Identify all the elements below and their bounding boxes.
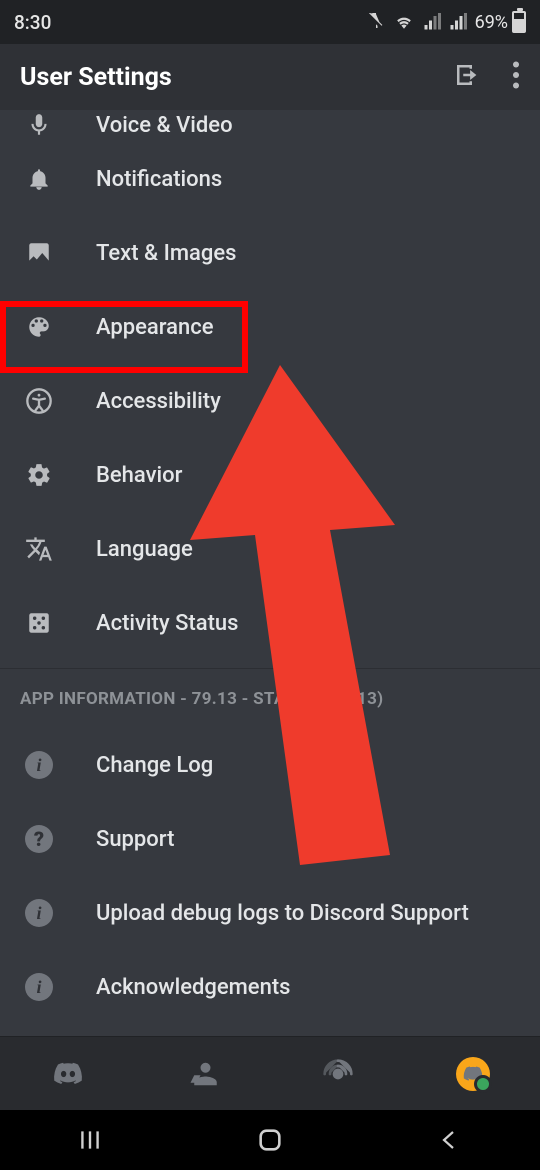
palette-icon — [24, 314, 54, 340]
settings-row-label: Change Log — [96, 753, 213, 778]
mute-icon — [367, 13, 385, 31]
section-header-app-info: APP INFORMATION - 79.13 - STABLE (79013) — [0, 668, 540, 728]
settings-row-label: Appearance — [96, 315, 214, 340]
nav-back[interactable] — [410, 1120, 490, 1160]
help-icon: ? — [24, 825, 54, 853]
image-icon — [24, 240, 54, 266]
avatar — [456, 1057, 490, 1091]
tab-profile[interactable] — [453, 1054, 493, 1094]
settings-row-label: Accessibility — [96, 389, 221, 414]
accessibility-icon — [24, 387, 54, 415]
tab-home[interactable] — [48, 1054, 88, 1094]
settings-row-label: Activity Status — [96, 611, 238, 636]
tab-search[interactable] — [318, 1054, 358, 1094]
tab-friends[interactable] — [183, 1054, 223, 1094]
signal-icon-1 — [423, 13, 441, 31]
settings-row-label: Text & Images — [96, 241, 236, 266]
settings-row-support[interactable]: ? Support — [0, 802, 540, 876]
settings-row-text-images[interactable]: Text & Images — [0, 216, 540, 290]
battery-indicator: 69% — [475, 11, 526, 33]
settings-row-label: Upload debug logs to Discord Support — [96, 901, 469, 926]
app-bar: User Settings — [0, 44, 540, 110]
settings-row-label: Behavior — [96, 463, 182, 488]
wifi-icon — [393, 13, 415, 31]
signal-icon-2 — [449, 13, 467, 31]
android-status-bar: 8:30 69% — [0, 0, 540, 44]
settings-row-activity-status[interactable]: Activity Status — [0, 586, 540, 660]
settings-row-accessibility[interactable]: Accessibility — [0, 364, 540, 438]
overflow-menu-icon[interactable] — [512, 61, 520, 93]
page-title: User Settings — [20, 63, 452, 92]
settings-row-voice-video[interactable]: Voice & Video — [0, 110, 540, 142]
settings-row-notifications[interactable]: Notifications — [0, 142, 540, 216]
android-nav-bar — [0, 1110, 540, 1170]
info-icon: i — [24, 899, 54, 927]
settings-list: Voice & Video Notifications Text & Image… — [0, 110, 540, 1024]
discord-bottom-tabs — [0, 1036, 540, 1110]
mic-icon — [24, 112, 54, 138]
settings-row-language[interactable]: Language — [0, 512, 540, 586]
translate-icon — [24, 535, 54, 563]
logout-icon[interactable] — [452, 60, 482, 94]
settings-row-label: Support — [96, 827, 174, 852]
settings-row-changelog[interactable]: i Change Log — [0, 728, 540, 802]
settings-row-label: Notifications — [96, 167, 222, 192]
status-right-cluster: 69% — [367, 11, 526, 33]
dice-icon — [24, 610, 54, 636]
settings-content: Voice & Video Notifications Text & Image… — [0, 110, 540, 1036]
info-icon: i — [24, 973, 54, 1001]
settings-row-label: Language — [96, 537, 193, 562]
info-icon: i — [24, 751, 54, 779]
settings-row-appearance[interactable]: Appearance — [0, 290, 540, 364]
settings-row-label: Voice & Video — [96, 113, 233, 138]
settings-row-upload-logs[interactable]: i Upload debug logs to Discord Support — [0, 876, 540, 950]
status-time: 8:30 — [14, 11, 51, 34]
settings-row-behavior[interactable]: Behavior — [0, 438, 540, 512]
battery-percent: 69% — [475, 12, 508, 33]
nav-recent[interactable] — [50, 1120, 130, 1160]
settings-row-label: Acknowledgements — [96, 975, 291, 1000]
settings-row-acknowledgements[interactable]: i Acknowledgements — [0, 950, 540, 1024]
nav-home[interactable] — [230, 1120, 310, 1160]
bell-icon — [24, 166, 54, 192]
gear-icon — [24, 462, 54, 488]
